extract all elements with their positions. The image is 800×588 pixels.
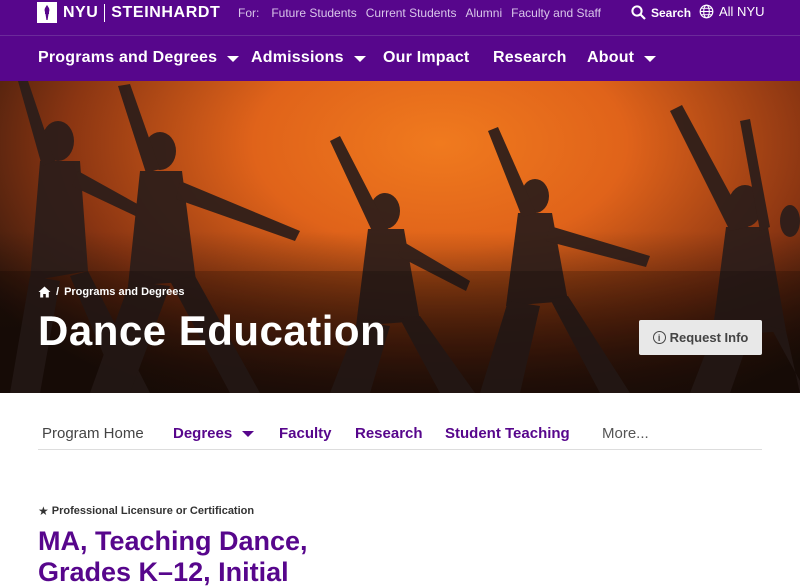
certification-label: Professional Licensure or Certification — [51, 505, 255, 517]
audience-link-future-students[interactable]: Future Students — [271, 6, 356, 20]
star-icon: ★ — [38, 504, 49, 518]
search-button[interactable]: Search — [631, 5, 691, 20]
chevron-down-icon — [242, 431, 255, 438]
nav-label: Admissions — [251, 49, 344, 66]
main-nav: Programs and Degrees Admissions Our Impa… — [0, 35, 800, 81]
search-icon — [631, 5, 646, 20]
nav-label: Our Impact — [383, 49, 470, 66]
request-info-button[interactable]: i Request Info — [639, 320, 762, 355]
tab-more[interactable]: More... — [602, 425, 649, 442]
request-info-label: Request Info — [669, 330, 749, 345]
nyu-steinhardt-logo[interactable]: NYU STEINHARDT — [37, 2, 220, 23]
nav-our-impact[interactable]: Our Impact — [383, 49, 469, 67]
logo-school: STEINHARDT — [111, 3, 221, 21]
tab-degrees[interactable]: Degrees — [173, 425, 255, 442]
tab-faculty[interactable]: Faculty — [279, 425, 332, 442]
certification-badge: ★ Professional Licensure or Certificatio… — [38, 504, 254, 518]
tab-program-home[interactable]: Program Home — [42, 425, 144, 442]
tab-research[interactable]: Research — [355, 425, 423, 442]
home-icon[interactable] — [38, 286, 51, 298]
chevron-down-icon — [644, 56, 657, 62]
program-nav: Program Home Degrees Faculty Research St… — [38, 416, 762, 450]
logo-divider — [104, 3, 106, 22]
audience-for-label: For: — [238, 6, 260, 20]
info-icon: i — [652, 331, 666, 344]
nav-research[interactable]: Research — [493, 49, 567, 67]
utility-bar: NYU STEINHARDT For: Future Students Curr… — [0, 0, 800, 35]
degree-title[interactable]: MA, Teaching Dance, Grades K–12, Initial — [38, 526, 358, 588]
page-title: Dance Education — [38, 307, 387, 354]
nav-admissions[interactable]: Admissions — [251, 49, 366, 67]
nav-about[interactable]: About — [587, 49, 657, 67]
nav-label: Programs and Degrees — [38, 49, 218, 66]
audience-link-faculty-staff[interactable]: Faculty and Staff — [511, 6, 601, 20]
all-nyu-button[interactable]: All NYU — [699, 4, 765, 19]
tab-student-teaching[interactable]: Student Teaching — [445, 425, 570, 442]
globe-icon — [699, 4, 714, 19]
audience-link-current-students[interactable]: Current Students — [366, 6, 457, 20]
all-nyu-label: All NYU — [719, 4, 765, 19]
logo-university: NYU — [63, 3, 99, 21]
torch-icon — [37, 2, 57, 23]
chevron-down-icon — [353, 56, 366, 62]
audience-link-alumni[interactable]: Alumni — [465, 6, 502, 20]
nav-label: Research — [493, 49, 567, 66]
nav-label: About — [587, 49, 635, 66]
chevron-down-icon — [227, 56, 240, 62]
nav-programs-and-degrees[interactable]: Programs and Degrees — [38, 49, 240, 67]
hero-banner: / Programs and Degrees Dance Education i… — [0, 81, 800, 393]
breadcrumb-separator: / — [56, 286, 60, 298]
search-label: Search — [651, 5, 692, 20]
breadcrumb: / Programs and Degrees — [38, 286, 185, 298]
breadcrumb-programs-link[interactable]: Programs and Degrees — [64, 286, 184, 298]
audience-links: For: Future Students Current Students Al… — [238, 6, 610, 20]
tab-degrees-label: Degrees — [173, 425, 233, 442]
